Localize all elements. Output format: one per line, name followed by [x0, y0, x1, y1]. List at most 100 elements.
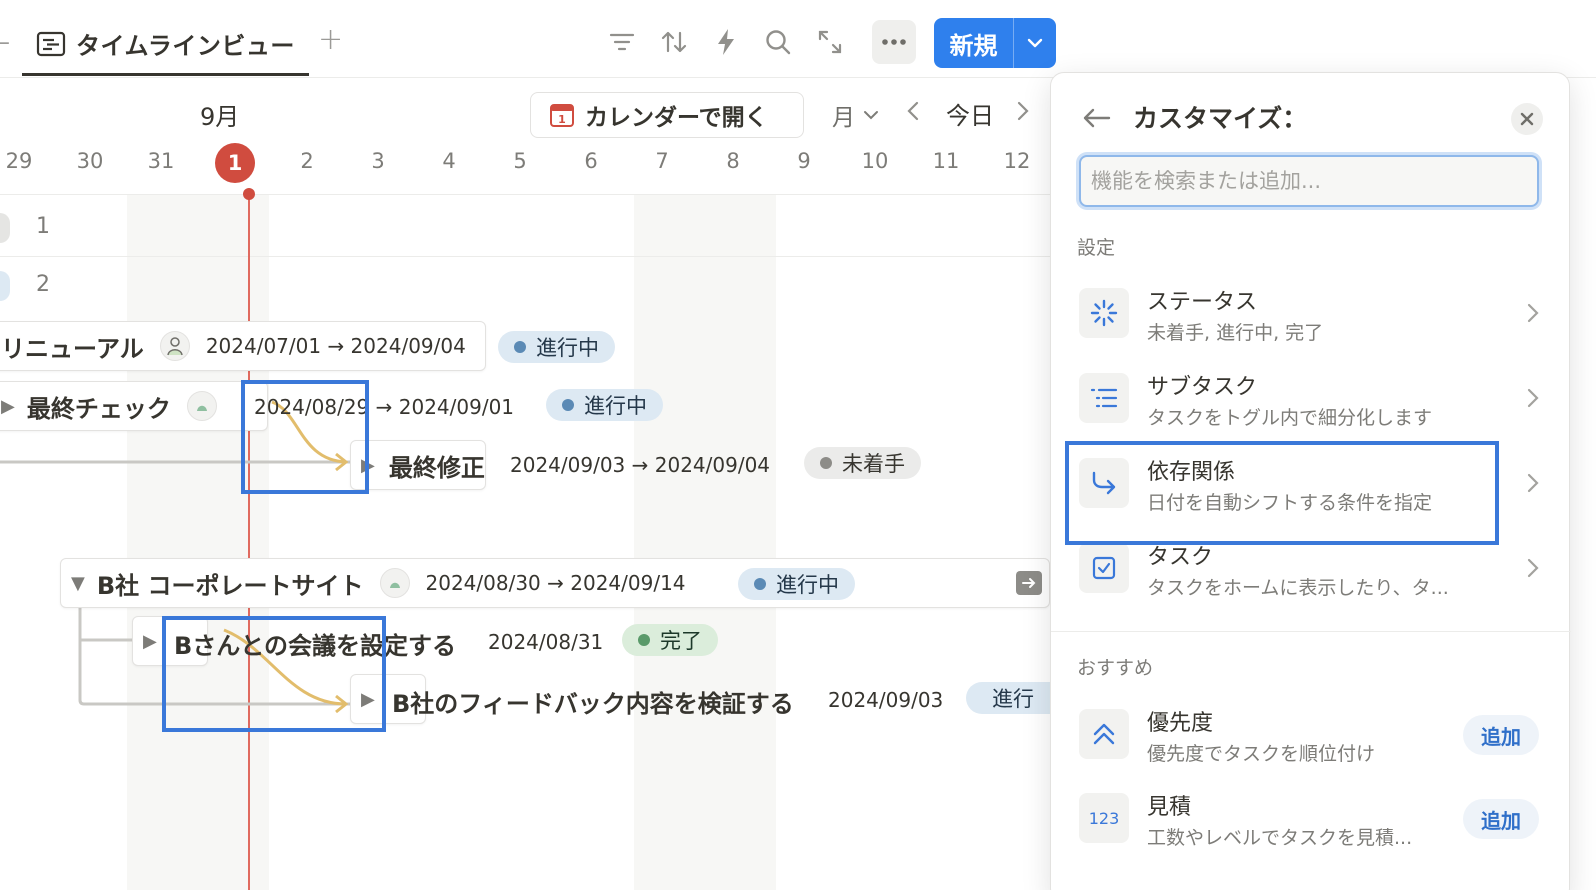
tab-title: タイムラインビュー [76, 32, 295, 60]
calendar-icon: 1 [550, 104, 574, 127]
period-label: 月 [832, 105, 855, 131]
svg-text:1: 1 [558, 113, 566, 126]
estimate-icon-text: 123 [1088, 808, 1120, 828]
day-header: 29 30 31 1 2 3 4 5 6 7 8 9 10 11 12 [0, 143, 1050, 191]
feature-name: サブタスク [1147, 375, 1258, 400]
status-label: 進行中 [536, 336, 599, 360]
section-divider [1051, 631, 1571, 632]
feature-name: 優先度 [1147, 711, 1214, 736]
day-label: 12 [1003, 149, 1031, 173]
chevron-right-icon [1527, 388, 1539, 408]
group-divider [0, 256, 1050, 257]
feature-priority: 優先度 優先度でタスクを順位付け 追加 [1077, 695, 1547, 777]
task-bar[interactable]: ▼ B社 コーポレートサイト 2024/08/30 → 2024/09/14 [60, 558, 1050, 608]
status-label: 完了 [660, 629, 702, 653]
day-label: 11 [932, 149, 960, 173]
feature-description: タスクをホームに表示したり、タ... [1147, 577, 1449, 599]
day-label: 31 [147, 149, 175, 173]
status-dot [820, 457, 832, 469]
status-badge: 進行中 [738, 568, 855, 600]
day-label: 9 [797, 149, 811, 173]
recommended-section-label: おすすめ [1077, 657, 1154, 679]
chevron-down-icon [864, 111, 878, 120]
estimate-icon: 123 [1079, 793, 1129, 843]
status-icon [1079, 288, 1129, 338]
today-day-label: 1 [215, 143, 255, 183]
status-dot [754, 578, 766, 590]
day-label: 4 [442, 149, 456, 173]
day-label: 30 [76, 149, 104, 173]
status-dot [514, 341, 526, 353]
feature-status[interactable]: ステータス 未着手, 進行中, 完了 [1077, 274, 1547, 356]
add-estimate-button[interactable]: 追加 [1463, 799, 1539, 839]
sort-icon[interactable] [652, 20, 696, 64]
month-label: 9月 [200, 103, 240, 131]
task-bar[interactable]: リニューアル 2024/07/01 → 2024/09/04 [0, 321, 486, 371]
day-label: 8 [726, 149, 740, 173]
day-label: 7 [655, 149, 669, 173]
open-arrow-icon[interactable] [1016, 571, 1042, 595]
open-in-calendar-button[interactable]: 1 カレンダーで開く [530, 92, 804, 138]
status-badge: 進行 [966, 682, 1050, 714]
feature-search-input[interactable] [1081, 157, 1537, 205]
avatar [379, 568, 410, 598]
new-button-label[interactable]: 新規 [934, 18, 1014, 68]
collapse-triangle-icon[interactable]: ▼ [71, 573, 85, 594]
add-view-icon[interactable]: + [318, 22, 343, 57]
feature-description: タスクをトグル内で細分化します [1147, 407, 1433, 429]
status-badge: 未着手 [804, 447, 921, 479]
task-bar[interactable]: ▶ 最終チェック [0, 381, 268, 431]
task-title: リニューアル [1, 334, 144, 363]
back-arrow-icon[interactable] [1081, 107, 1111, 129]
add-priority-button[interactable]: 追加 [1463, 715, 1539, 755]
period-select[interactable]: 月 [832, 98, 879, 132]
new-dropdown-chevron-icon[interactable] [1014, 18, 1056, 68]
group-label: 1 [36, 214, 50, 239]
task-title: B社のフィードバック内容を検証する [392, 690, 794, 718]
priority-icon [1079, 709, 1129, 759]
close-icon[interactable] [1511, 103, 1543, 135]
new-button[interactable]: 新規 [934, 18, 1056, 68]
day-label: 3 [371, 149, 385, 173]
day-label: 5 [513, 149, 527, 173]
status-badge: 進行中 [498, 331, 615, 363]
expand-triangle-icon[interactable]: ▶ [143, 631, 157, 652]
previous-period-icon[interactable] [906, 100, 920, 122]
avatar [159, 331, 190, 361]
chevron-right-icon [1527, 303, 1539, 323]
task-title: 最終チェック [26, 394, 171, 423]
subtask-icon [1079, 373, 1129, 423]
highlight-box [241, 380, 369, 494]
tab-timeline-view[interactable]: タイムラインビュー [22, 14, 309, 76]
task-title: 最終修正 [388, 453, 485, 482]
group-label: 2 [36, 272, 50, 297]
task-dates: 2024/09/03 [828, 688, 944, 712]
day-label: 6 [584, 149, 598, 173]
feature-estimate: 123 見積 工数やレベルでタスクを見積... 追加 [1077, 779, 1547, 861]
timeline-icon [36, 31, 66, 56]
today-button[interactable]: 今日 [946, 96, 994, 131]
status-label: 進行中 [776, 573, 839, 597]
day-label: 10 [861, 149, 889, 173]
today-marker-dot [243, 188, 255, 200]
settings-section-label: 設定 [1077, 237, 1116, 259]
feature-description: 優先度でタスクを順位付け [1147, 743, 1376, 765]
feature-name: ステータス [1147, 290, 1258, 315]
top-bar: – タイムラインビュー + 新規 [0, 0, 1596, 78]
expand-icon[interactable] [808, 20, 852, 64]
automation-icon[interactable] [704, 20, 748, 64]
task-title: B社 コーポレートサイト [96, 571, 364, 600]
expand-triangle-icon[interactable]: ▶ [1, 396, 15, 417]
search-icon[interactable] [756, 20, 800, 64]
status-label: 進行中 [584, 394, 647, 418]
panel-title: カスタマイズ： [1133, 104, 1308, 133]
feature-subtask[interactable]: サブタスク タスクをトグル内で細分化します [1077, 359, 1547, 441]
next-period-icon[interactable] [1016, 100, 1030, 122]
more-options-icon[interactable] [872, 20, 916, 64]
chevron-right-icon [1527, 558, 1539, 578]
filter-icon[interactable] [600, 20, 644, 64]
feature-description: 未着手, 進行中, 完了 [1147, 322, 1324, 344]
open-in-calendar-label: カレンダーで開く [585, 105, 768, 131]
task-dates: 2024/08/30 → 2024/09/14 [425, 571, 686, 595]
task-bar[interactable]: ▶ 最終修正 [350, 440, 486, 490]
